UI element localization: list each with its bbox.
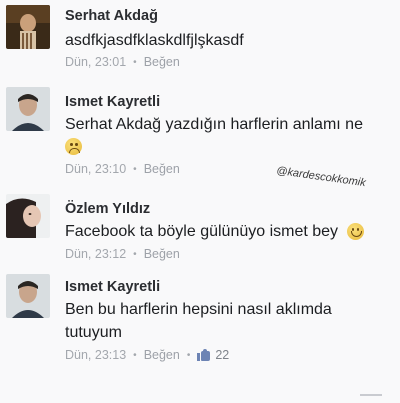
separator-dot: • (133, 248, 137, 260)
comment-author[interactable]: Serhat Akdağ (65, 8, 158, 24)
comment-text: Facebook ta böyle gülünüyo ismet bey (65, 221, 364, 243)
comment-text: Serhat Akdağ yazdığın harflerin anlamı n… (65, 114, 363, 136)
comment-text-line2: tutuyum (65, 324, 122, 341)
comment-author[interactable]: Ismet Kayretli (65, 94, 160, 110)
avatar[interactable] (6, 5, 50, 49)
avatar[interactable] (6, 87, 50, 131)
comment-meta: Dün, 23:10 • Beğen (65, 162, 180, 176)
comment-timestamp[interactable]: Dün, 23:01 (65, 55, 126, 69)
comment-author[interactable]: Özlem Yıldız (65, 201, 150, 217)
comment-text-content: Facebook ta böyle gülünüyo ismet bey (65, 223, 339, 240)
like-button[interactable]: Beğen (144, 348, 180, 362)
separator-dot: • (133, 349, 137, 361)
comment-meta: Dün, 23:12 • Beğen (65, 247, 180, 261)
avatar[interactable] (6, 194, 50, 238)
comment-text: asdfkjasdfklaskdlfjlşkasdf (65, 32, 244, 49)
separator-dot: • (133, 56, 137, 68)
comment-timestamp[interactable]: Dün, 23:10 (65, 162, 126, 176)
like-button[interactable]: Beğen (144, 55, 180, 69)
avatar[interactable] (6, 274, 50, 318)
smile-face-icon (346, 223, 364, 241)
comment-meta: Dün, 23:13 • Beğen • 22 (65, 348, 229, 362)
like-thumb-icon (197, 349, 211, 361)
comment-meta: Dün, 23:01 • Beğen (65, 55, 180, 69)
comment-timestamp[interactable]: Dün, 23:12 (65, 247, 126, 261)
sad-face-icon (65, 138, 82, 156)
comment-timestamp[interactable]: Dün, 23:13 (65, 348, 126, 362)
separator-dot: • (133, 163, 137, 175)
comment-text-line1: Ben bu harflerin hepsini nasıl aklımda (65, 301, 332, 318)
like-button[interactable]: Beğen (144, 247, 180, 261)
comment-text-content: Serhat Akdağ yazdığın harflerin anlamı n… (65, 116, 363, 133)
comment-feed: Serhat Akdağ asdfkjasdfklaskdlfjlşkasdf … (0, 0, 400, 403)
like-count[interactable]: 22 (215, 348, 229, 362)
watermark: @kardescokkomik (275, 164, 367, 190)
like-button[interactable]: Beğen (144, 162, 180, 176)
comment-author[interactable]: Ismet Kayretli (65, 279, 160, 295)
scroll-indicator (360, 394, 382, 396)
separator-dot: • (186, 349, 191, 361)
